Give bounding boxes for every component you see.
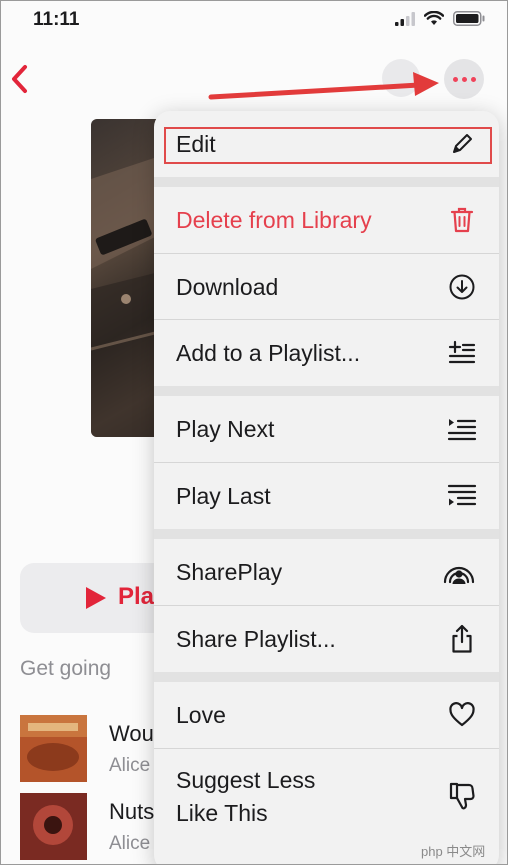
- phone-screen: 11:11 Pla Get going Wou Alice Nuts Alice…: [0, 0, 508, 865]
- red-arrow-annotation: [208, 72, 439, 100]
- watermark-text: php 中文网: [421, 844, 486, 859]
